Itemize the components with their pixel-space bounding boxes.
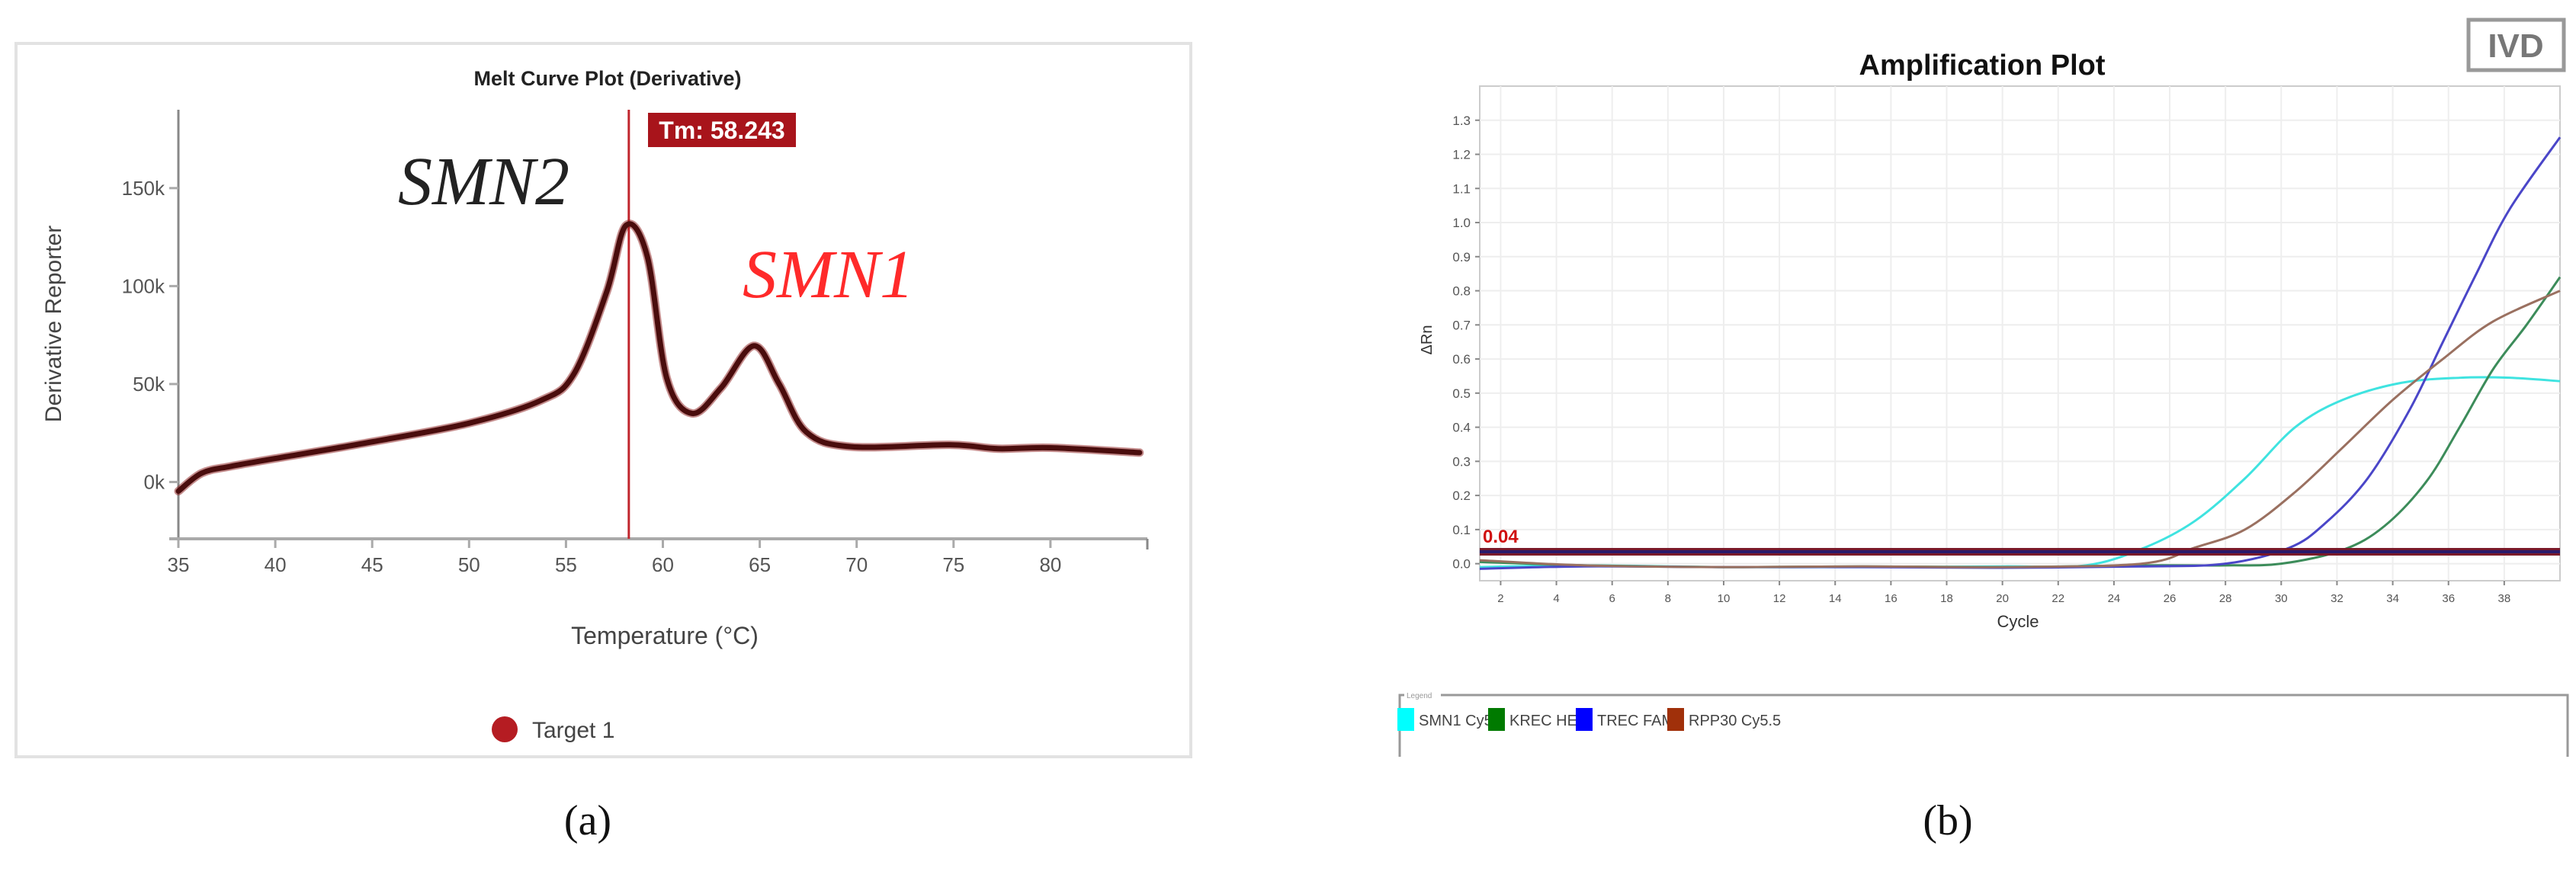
panel-label-b: (b) <box>1923 797 1972 844</box>
melt-chart-title: Melt Curve Plot (Derivative) <box>473 67 741 90</box>
panel-label-a: (a) <box>564 797 611 844</box>
amp-x-tick-label: 18 <box>1940 592 1953 605</box>
melt-panel-frame <box>14 42 1192 758</box>
amp-ylabel: ΔRn <box>1419 325 1436 355</box>
figure: Melt Curve Plot (Derivative) 35 40 45 50 55 6… <box>14 18 2569 844</box>
amp-x-tick-label: 6 <box>1609 592 1615 605</box>
melt-x-tick-label: 50 <box>458 553 480 576</box>
amp-y-tick-label: 0.3 <box>1452 454 1471 469</box>
amp-x-tick-label: 12 <box>1773 592 1786 605</box>
amp-x-tick-label: 30 <box>2275 592 2288 605</box>
legend-label-krec-hex: KREC HEX <box>1509 713 1587 729</box>
amp-y-tick-label: 1.2 <box>1452 148 1471 162</box>
melt-y-tick-label: 0k <box>144 470 165 493</box>
amp-x-tick-label: 38 <box>2498 592 2511 605</box>
melt-x-tick-label: 65 <box>749 553 771 576</box>
melt-x-tick-label: 45 <box>361 553 383 576</box>
amp-y-tick-label: 1.1 <box>1452 181 1471 196</box>
melt-x-tick-label: 75 <box>942 553 964 576</box>
amp-axes: 2 4 6 8 10 12 14 16 18 20 22 24 26 28 30 32 34 36 380.00.1… <box>1452 85 2561 605</box>
legend-swatch-target-1 <box>492 716 518 742</box>
legend-swatch-krec-hex <box>1488 708 1505 731</box>
legend-label-rpp30-cy5-5: RPP30 Cy5.5 <box>1689 713 1781 729</box>
legend-label-trec-fam: TREC FAM <box>1597 713 1674 729</box>
amp-x-tick-label: 20 <box>1996 592 2009 605</box>
amp-x-tick-label: 14 <box>1829 592 1842 605</box>
amp-x-tick-label: 4 <box>1553 592 1559 605</box>
amp-plot-area <box>1479 85 2561 581</box>
amp-x-tick-label: 36 <box>2442 592 2455 605</box>
melt-ylabel: Derivative Reporter <box>41 226 66 422</box>
amp-y-tick-label: 0.7 <box>1452 318 1471 332</box>
legend-swatch-trec-fam <box>1576 708 1593 731</box>
amp-y-tick-label: 0.8 <box>1452 284 1471 299</box>
melt-x-tick-label: 80 <box>1039 553 1061 576</box>
amplification-panel: Amplification Plot IVD 2 4 6 8 10 12 14 16 18 20 2… <box>1397 18 2569 757</box>
amp-y-tick-label: 0.6 <box>1452 352 1471 367</box>
melt-x-tick-label: 60 <box>652 553 674 576</box>
legend-label-target-1: Target 1 <box>532 718 614 743</box>
amp-x-tick-label: 24 <box>2108 592 2121 605</box>
melt-x-tick-label: 35 <box>168 553 190 576</box>
amp-legend: SMN1 Cy5 KREC HEX TREC FAM RPP30 Cy5.5 <box>1397 708 1781 731</box>
amp-y-tick-label: 0.2 <box>1452 489 1471 503</box>
amp-x-tick-label: 8 <box>1665 592 1671 605</box>
amp-x-tick-label: 26 <box>2164 592 2177 605</box>
amp-x-tick-label: 28 <box>2219 592 2232 605</box>
amp-x-tick-label: 34 <box>2386 592 2399 605</box>
melt-x-tick-label: 55 <box>555 553 577 576</box>
amp-chart-title: Amplification Plot <box>1859 50 2106 82</box>
melt-y-tick-label: 100k <box>122 274 165 297</box>
amp-y-tick-label: 1.0 <box>1452 216 1471 230</box>
ivd-badge: IVD <box>2488 27 2543 65</box>
melt-x-tick-label: 70 <box>845 553 868 576</box>
amp-x-tick-label: 2 <box>1497 592 1503 605</box>
smn1-annotation: SMN1 <box>743 237 914 312</box>
amp-y-tick-label: 0.0 <box>1452 557 1471 572</box>
legend-swatch-smn1-cy5 <box>1397 708 1414 731</box>
threshold-label: 0.04 <box>1483 527 1519 547</box>
legend-swatch-rpp30-cy5-5 <box>1667 708 1684 731</box>
melt-x-tick-label: 40 <box>265 553 287 576</box>
melt-xlabel: Temperature (°C) <box>571 622 759 649</box>
legend-label-smn1-cy5: SMN1 Cy5 <box>1419 713 1493 729</box>
amp-x-tick-label: 32 <box>2331 592 2343 605</box>
tm-label: Tm: 58.243 <box>659 117 784 144</box>
melt-y-tick-label: 50k <box>133 373 165 396</box>
amp-y-tick-label: 1.3 <box>1452 114 1471 128</box>
amp-y-tick-label: 0.9 <box>1452 250 1471 264</box>
amp-x-tick-label: 10 <box>1718 592 1731 605</box>
melt-curve-panel: Melt Curve Plot (Derivative) 35 40 45 50 55 6… <box>14 42 1192 758</box>
amp-y-tick-label: 0.4 <box>1452 421 1471 435</box>
smn2-annotation: SMN2 <box>398 144 569 219</box>
amp-y-tick-label: 0.5 <box>1452 386 1471 401</box>
amp-legend-title: Legend <box>1407 692 1432 700</box>
amp-xlabel: Cycle <box>1997 612 2039 631</box>
amp-x-tick-label: 22 <box>2051 592 2064 605</box>
amp-x-tick-label: 16 <box>1885 592 1898 605</box>
amp-y-tick-label: 0.1 <box>1452 523 1471 537</box>
melt-y-tick-label: 150k <box>122 177 165 200</box>
